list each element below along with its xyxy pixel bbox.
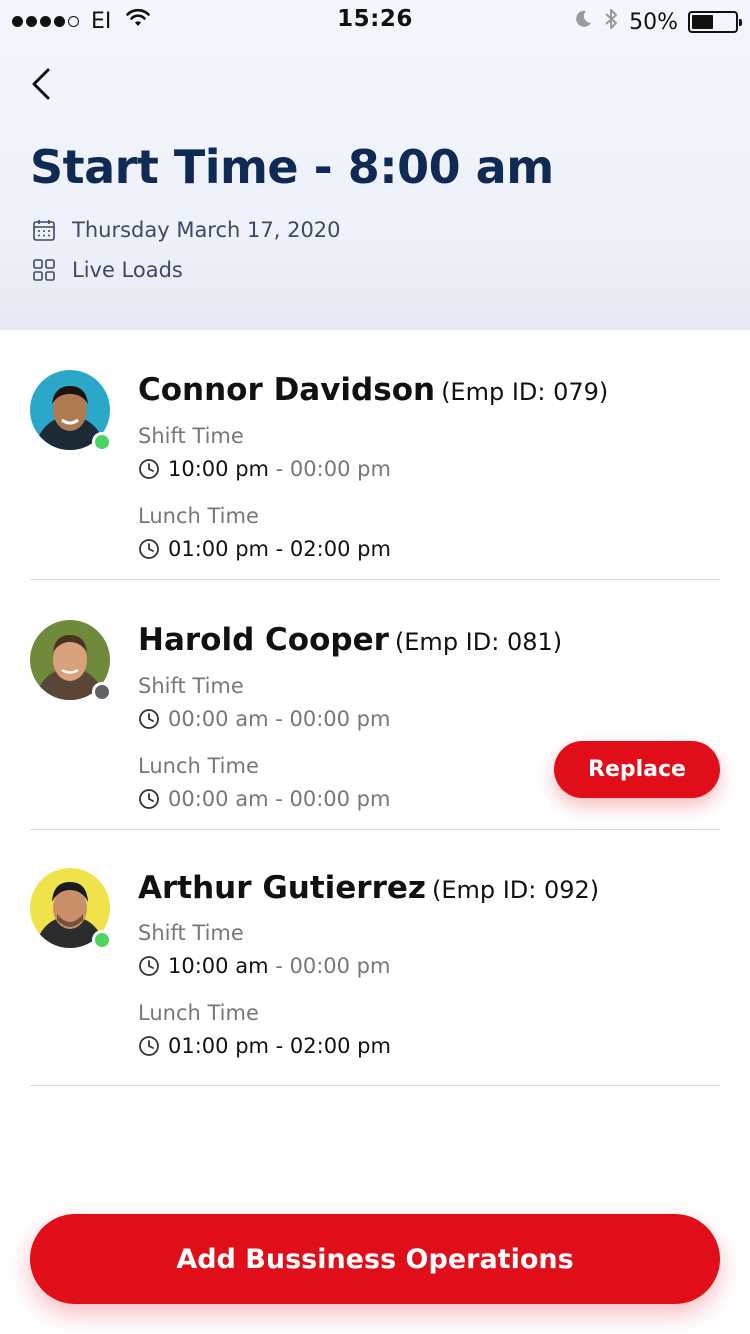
avatar	[30, 868, 112, 950]
avatar	[30, 620, 112, 702]
clock-icon	[138, 1035, 160, 1057]
lunch-time-row: 01:00 pm - 02:00 pm	[138, 537, 391, 561]
battery-icon	[688, 11, 742, 33]
moon-icon	[573, 9, 593, 35]
offline-status-indicator	[92, 682, 112, 702]
shift-time-label: Shift Time	[138, 921, 244, 945]
page-title: Start Time - 8:00 am	[30, 140, 554, 194]
clock-icon	[138, 788, 160, 810]
employee-name-line: Harold Cooper (Emp ID: 081)	[138, 622, 562, 658]
lunch-time-label: Lunch Time	[138, 754, 259, 778]
date-text: Thursday March 17, 2020	[72, 218, 341, 242]
shift-end: 00:00 pm	[289, 707, 391, 731]
employee-item[interactable]: Arthur Gutierrez (Emp ID: 092) Shift Time…	[30, 830, 720, 1086]
shift-time-label: Shift Time	[138, 674, 244, 698]
lunch-start: 00:00 am	[168, 787, 269, 811]
lunch-time-row: 00:00 am - 00:00 pm	[138, 787, 390, 811]
avatar	[30, 370, 112, 452]
lunch-time-label: Lunch Time	[138, 504, 259, 528]
employee-name-line: Arthur Gutierrez (Emp ID: 092)	[138, 870, 599, 906]
add-business-operations-button[interactable]: Add Bussiness Operations	[30, 1214, 720, 1304]
employee-name: Arthur Gutierrez	[138, 870, 426, 906]
online-status-indicator	[92, 930, 112, 950]
lunch-end: 02:00 pm	[289, 1034, 391, 1058]
employee-item[interactable]: Harold Cooper (Emp ID: 081) Shift Time 00…	[30, 580, 720, 830]
lunch-start: 01:00 pm	[168, 537, 269, 561]
shift-end: 00:00 pm	[289, 457, 391, 481]
shift-time-row: 10:00 pm - 00:00 pm	[138, 457, 391, 481]
employee-item[interactable]: Connor Davidson (Emp ID: 079) Shift Time …	[30, 330, 720, 580]
shift-time-row: 00:00 am - 00:00 pm	[138, 707, 390, 731]
online-status-indicator	[92, 432, 112, 452]
status-bar: EI 15:26 50%	[0, 0, 750, 40]
shift-end: 00:00 pm	[289, 954, 391, 978]
shift-start: 10:00 pm	[168, 457, 269, 481]
lunch-time-label: Lunch Time	[138, 1001, 259, 1025]
employee-id: (Emp ID: 079)	[441, 378, 609, 406]
date-row: Thursday March 17, 2020	[32, 218, 341, 242]
employee-id: (Emp ID: 081)	[394, 628, 563, 656]
chevron-left-icon	[32, 68, 50, 100]
employee-id: (Emp ID: 092)	[431, 876, 600, 904]
employee-name: Connor Davidson	[138, 372, 436, 408]
shift-time-row: 10:00 am - 00:00 pm	[138, 954, 390, 978]
lunch-time-row: 01:00 pm - 02:00 pm	[138, 1034, 391, 1058]
clock-icon	[138, 708, 160, 730]
clock-icon	[138, 538, 160, 560]
clock-icon	[138, 458, 160, 480]
lunch-start: 01:00 pm	[168, 1034, 269, 1058]
employee-name: Harold Cooper	[138, 622, 389, 658]
shift-start: 10:00 am	[168, 954, 269, 978]
lunch-end: 02:00 pm	[289, 537, 391, 561]
employee-list-card: Connor Davidson (Emp ID: 079) Shift Time …	[0, 330, 750, 1334]
shift-start: 00:00 am	[168, 707, 269, 731]
grid-icon	[32, 258, 56, 282]
lunch-end: 00:00 pm	[289, 787, 391, 811]
replace-button[interactable]: Replace	[554, 741, 720, 798]
bluetooth-icon	[603, 7, 619, 37]
calendar-icon	[32, 218, 56, 242]
battery-percent: 50%	[629, 9, 678, 35]
status-bar-right: 50%	[573, 7, 742, 37]
shift-time-label: Shift Time	[138, 424, 244, 448]
employee-name-line: Connor Davidson (Emp ID: 079)	[138, 372, 608, 408]
load-type-text: Live Loads	[72, 258, 183, 282]
back-button[interactable]	[24, 64, 64, 104]
clock-icon	[138, 955, 160, 977]
load-type-row: Live Loads	[32, 258, 183, 282]
